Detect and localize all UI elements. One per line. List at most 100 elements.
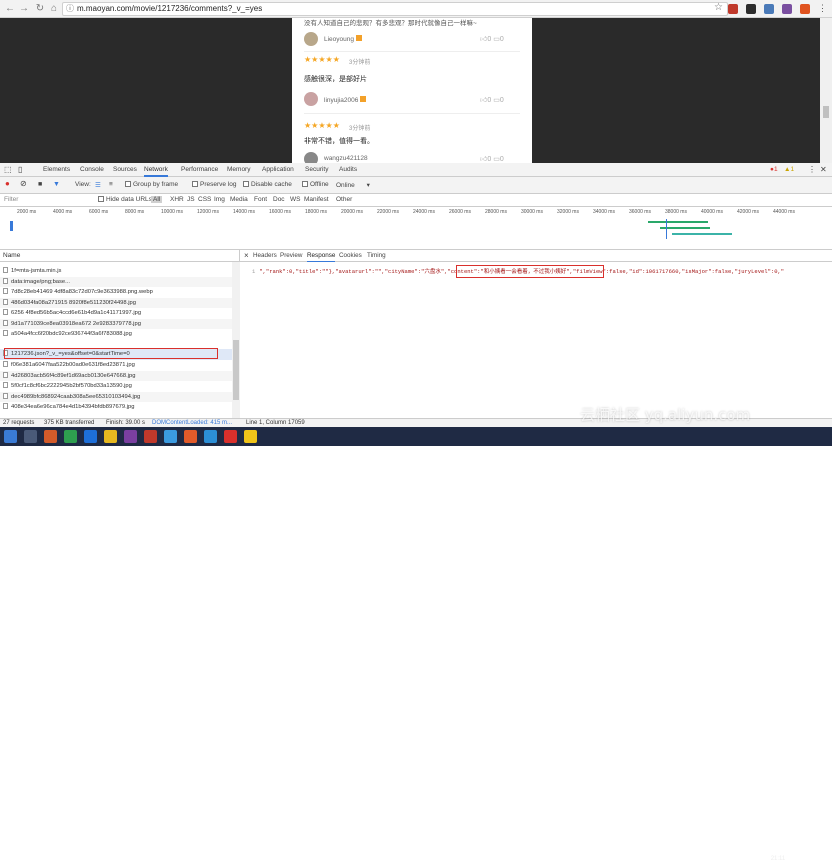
- info-icon[interactable]: ⓘ: [66, 3, 74, 15]
- home-icon[interactable]: ⌂: [48, 3, 60, 15]
- taskbar-app-icon[interactable]: [184, 430, 197, 443]
- taskbar-app-icon[interactable]: [244, 430, 257, 443]
- request-row[interactable]: 1f=mta-jsmta.min.js: [0, 266, 232, 277]
- extension-icon[interactable]: [800, 4, 810, 14]
- tab-sources[interactable]: Sources: [113, 163, 137, 177]
- clear-icon[interactable]: ⊘: [20, 179, 27, 188]
- taskbar-app-icon[interactable]: [104, 430, 117, 443]
- large-rows-icon[interactable]: ☰: [95, 181, 101, 189]
- clock[interactable]: 21:11: [760, 856, 796, 863]
- taskbar-app-icon[interactable]: [44, 430, 57, 443]
- request-row[interactable]: 9d1a771039ce8ea03918ea672 2e9283379778.j…: [0, 318, 232, 329]
- request-row[interactable]: dec4989bfc868924caab308a5ee65310103494.j…: [0, 391, 232, 402]
- comment-user[interactable]: Lieoyoung: [324, 35, 362, 43]
- filter-type-js[interactable]: JS: [187, 196, 195, 203]
- tab-elements[interactable]: Elements: [43, 163, 70, 177]
- taskbar-app-icon[interactable]: [124, 430, 137, 443]
- taskbar-app-icon[interactable]: [24, 430, 37, 443]
- extension-icon[interactable]: [728, 4, 738, 14]
- error-count[interactable]: ●1: [770, 163, 778, 177]
- request-row[interactable]: a504a4fcc6f20bdc92ce936744f3a6f783088.jp…: [0, 329, 232, 340]
- preserve-log-checkbox[interactable]: Preserve log: [192, 181, 237, 188]
- tab-timing[interactable]: Timing: [367, 250, 386, 262]
- forward-icon[interactable]: →: [18, 3, 30, 15]
- tab-headers[interactable]: Headers: [253, 250, 277, 262]
- filter-icon[interactable]: ▼: [53, 181, 60, 188]
- start-icon[interactable]: [4, 430, 17, 443]
- scrollbar-thumb[interactable]: [823, 106, 829, 118]
- hide-data-urls-checkbox[interactable]: Hide data URLs: [98, 196, 152, 203]
- reload-icon[interactable]: ↻: [34, 3, 46, 15]
- filter-type-img[interactable]: Img: [214, 196, 225, 203]
- page-scrollbar[interactable]: [820, 18, 832, 163]
- request-row[interactable]: 5f0cf1c8cf6bc2222945b2bf570bd33a13590.jp…: [0, 381, 232, 392]
- taskbar-app-icon[interactable]: [84, 430, 97, 443]
- filter-type-font[interactable]: Font: [254, 196, 267, 203]
- disable-cache-checkbox[interactable]: Disable cache: [243, 181, 292, 188]
- tab-application[interactable]: Application: [262, 163, 294, 177]
- close-icon[interactable]: ×: [244, 250, 249, 262]
- reply-icon[interactable]: ▭: [493, 97, 500, 104]
- group-by-frame-checkbox[interactable]: Group by frame: [125, 181, 178, 188]
- request-row[interactable]: 408e34ea6e96ca784e4d1b4394bfdb897679.jpg: [0, 402, 232, 413]
- filter-type-doc[interactable]: Doc: [273, 196, 285, 203]
- devtools-menu-icon[interactable]: ⋮: [808, 163, 816, 177]
- timeline-bar: [648, 221, 708, 223]
- request-row[interactable]: f06e381a6047faa522b00ad0e631f8ed23871.jp…: [0, 360, 232, 371]
- network-timeline-overview[interactable]: 2000 ms 4000 ms 6000 ms 8000 ms 10000 ms…: [0, 207, 832, 250]
- taskbar-app-icon[interactable]: [64, 430, 77, 443]
- taskbar-app-icon[interactable]: [144, 430, 157, 443]
- tab-console[interactable]: Console: [80, 163, 104, 177]
- device-toolbar-icon[interactable]: ▯: [18, 163, 22, 177]
- menu-icon[interactable]: ⋮: [818, 3, 827, 14]
- back-icon[interactable]: ←: [4, 3, 16, 15]
- tab-response[interactable]: Response: [307, 250, 336, 262]
- offline-checkbox[interactable]: Offline: [302, 181, 329, 188]
- filter-type-all[interactable]: All: [151, 196, 163, 203]
- request-row[interactable]: 486d034fa08a271915 8920f8e511230f24498.j…: [0, 297, 232, 308]
- tab-preview[interactable]: Preview: [280, 250, 302, 262]
- taskbar-app-icon[interactable]: [224, 430, 237, 443]
- throttle-select[interactable]: Online ▾: [336, 181, 370, 189]
- comment-time: 3分钟前: [349, 60, 371, 66]
- tab-security[interactable]: Security: [305, 163, 328, 177]
- comment-user[interactable]: linyujia2006: [324, 96, 367, 104]
- filter-type-manifest[interactable]: Manifest: [304, 196, 329, 203]
- extension-icon[interactable]: [782, 4, 792, 14]
- tab-audits[interactable]: Audits: [339, 163, 357, 177]
- reply-icon[interactable]: ▭: [493, 36, 500, 43]
- warning-count[interactable]: ▲1: [784, 163, 794, 177]
- inspect-icon[interactable]: ⬚: [4, 163, 12, 177]
- bookmark-star-icon[interactable]: ☆: [714, 2, 723, 13]
- extension-icon[interactable]: [764, 4, 774, 14]
- tab-memory[interactable]: Memory: [227, 163, 250, 177]
- filter-type-other[interactable]: Other: [336, 196, 352, 203]
- tab-cookies[interactable]: Cookies: [339, 250, 362, 262]
- timeline-bar: [672, 233, 732, 235]
- filter-input[interactable]: Filter: [4, 196, 104, 203]
- url-field[interactable]: ⓘ m.maoyan.com/movie/1217236/comments?_v…: [62, 2, 728, 16]
- reply-icon[interactable]: ▭: [493, 156, 500, 163]
- taskbar-app-icon[interactable]: [164, 430, 177, 443]
- filter-type-xhr[interactable]: XHR: [170, 196, 184, 203]
- record-icon[interactable]: ●: [5, 179, 10, 188]
- filter-type-ws[interactable]: WS: [290, 196, 300, 203]
- request-row[interactable]: 4d26803acb56f4c89ef1d69acb0130e647668.jp…: [0, 370, 232, 381]
- camera-icon[interactable]: ■: [38, 181, 42, 188]
- taskbar-app-icon[interactable]: [204, 430, 217, 443]
- scrollbar-thumb[interactable]: [233, 340, 239, 400]
- filter-type-css[interactable]: CSS: [198, 196, 211, 203]
- comment-user[interactable]: wangzu421128: [324, 155, 368, 162]
- tab-network[interactable]: Network: [144, 163, 168, 177]
- close-icon[interactable]: ✕: [820, 163, 827, 177]
- request-row[interactable]: 6256 4f8ed56b5ac4ccd6e61b4d9a1c41171997.…: [0, 308, 232, 319]
- comment-text: 非常不错，值得一看。: [304, 138, 374, 145]
- request-list-scrollbar[interactable]: [232, 262, 240, 418]
- filter-type-media[interactable]: Media: [230, 196, 248, 203]
- tab-performance[interactable]: Performance: [181, 163, 218, 177]
- request-row[interactable]: 7d8c28eb41469 4df8a83c72d07c9e3633988.pn…: [0, 287, 232, 298]
- request-row[interactable]: data:image/png;base...: [0, 276, 232, 287]
- overview-icon[interactable]: ≡: [109, 181, 113, 188]
- name-column-header[interactable]: Name: [0, 250, 240, 262]
- extension-icon[interactable]: [746, 4, 756, 14]
